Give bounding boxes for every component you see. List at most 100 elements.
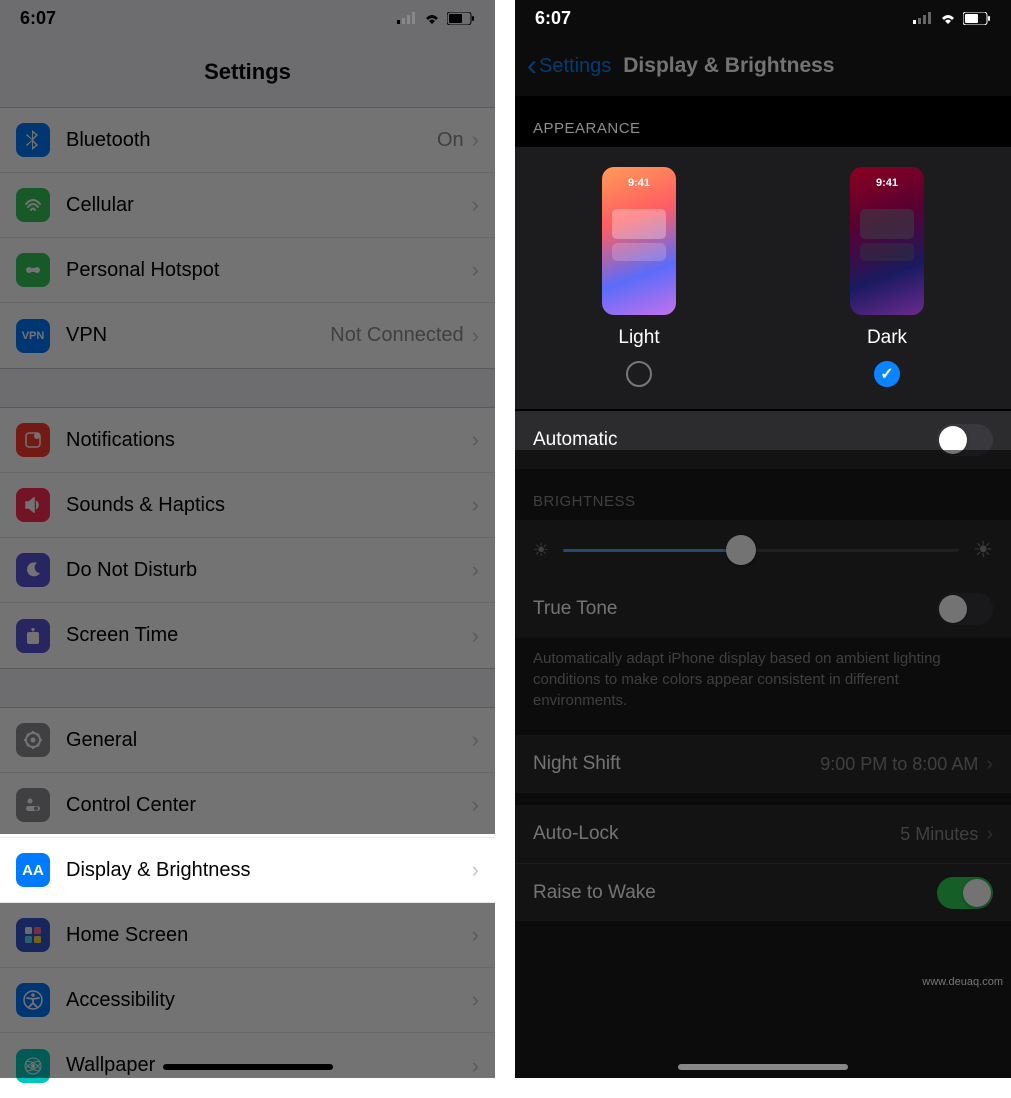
- settings-row-home[interactable]: Home Screen›: [0, 903, 495, 968]
- general-icon: [16, 723, 50, 757]
- watermark: www.deuaq.com: [922, 976, 1003, 988]
- chevron-right-icon: ›: [472, 727, 479, 753]
- home-icon: [16, 918, 50, 952]
- bluetooth-icon: [16, 123, 50, 157]
- light-label: Light: [618, 327, 659, 349]
- section-header-appearance: APPEARANCE: [515, 96, 1011, 147]
- settings-row-bluetooth[interactable]: BluetoothOn›: [0, 108, 495, 173]
- row-label: Personal Hotspot: [66, 259, 472, 282]
- truetone-toggle[interactable]: [937, 593, 993, 625]
- row-label: Notifications: [66, 429, 472, 452]
- home-indicator[interactable]: [678, 1064, 848, 1070]
- row-value: 5 Minutes: [900, 824, 978, 844]
- chevron-right-icon: ›: [472, 792, 479, 818]
- settings-row-screentime[interactable]: Screen Time›: [0, 603, 495, 668]
- settings-row-vpn[interactable]: VPNVPNNot Connected›: [0, 303, 495, 368]
- truetone-row[interactable]: True Tone: [515, 580, 1011, 638]
- control-icon: [16, 788, 50, 822]
- row-label: General: [66, 729, 472, 752]
- wifi-icon: [423, 12, 441, 25]
- row-label: Screen Time: [66, 624, 472, 647]
- page-title: Settings: [0, 36, 495, 108]
- settings-row-display[interactable]: AADisplay & Brightness›: [0, 838, 495, 903]
- dark-preview: 9:41: [850, 167, 924, 315]
- row-label: Do Not Disturb: [66, 559, 472, 582]
- cellular-icon: [16, 188, 50, 222]
- row-label: Night Shift: [533, 753, 621, 775]
- automatic-row[interactable]: Automatic: [515, 411, 1011, 469]
- row-label: True Tone: [533, 598, 618, 620]
- row-label: Raise to Wake: [533, 882, 656, 904]
- settings-row-hotspot[interactable]: Personal Hotspot›: [0, 238, 495, 303]
- wifi-icon: [939, 12, 957, 25]
- chevron-right-icon: ›: [986, 823, 993, 845]
- cellular-signal-icon: [397, 12, 417, 24]
- appearance-option-dark[interactable]: 9:41 Dark ✓: [850, 167, 924, 387]
- status-bar: 6:07: [515, 0, 1011, 36]
- chevron-right-icon: ›: [472, 623, 479, 649]
- slider-thumb[interactable]: [726, 535, 756, 565]
- sun-large-icon: ☀︎: [973, 537, 993, 563]
- display-icon: AA: [16, 853, 50, 887]
- status-time: 6:07: [20, 8, 56, 29]
- wallpaper-icon: [16, 1049, 50, 1083]
- settings-row-dnd[interactable]: Do Not Disturb›: [0, 538, 495, 603]
- home-indicator[interactable]: [163, 1064, 333, 1070]
- settings-row-accessibility[interactable]: Accessibility›: [0, 968, 495, 1033]
- battery-icon: [447, 12, 475, 25]
- nightshift-row[interactable]: Night Shift 9:00 PM to 8:00 AM›: [515, 735, 1011, 793]
- status-time: 6:07: [535, 8, 571, 29]
- radio-unchecked-icon[interactable]: [626, 361, 652, 387]
- settings-row-control[interactable]: Control Center›: [0, 773, 495, 838]
- settings-screen: 6:07 Settings BluetoothOn›Cellular›Perso…: [0, 0, 495, 1078]
- chevron-right-icon: ›: [472, 1053, 479, 1079]
- row-label: VPN: [66, 324, 330, 347]
- raise-toggle[interactable]: [937, 877, 993, 909]
- vpn-icon: VPN: [16, 319, 50, 353]
- chevron-right-icon: ›: [472, 922, 479, 948]
- accessibility-icon: [16, 983, 50, 1017]
- status-indicators: [397, 12, 475, 25]
- settings-row-sounds[interactable]: Sounds & Haptics›: [0, 473, 495, 538]
- sounds-icon: [16, 488, 50, 522]
- back-label: Settings: [539, 55, 611, 78]
- chevron-right-icon: ›: [472, 557, 479, 583]
- autolock-row[interactable]: Auto-Lock 5 Minutes ›: [515, 805, 1011, 863]
- settings-row-notifications[interactable]: Notifications›: [0, 408, 495, 473]
- dnd-icon: [16, 553, 50, 587]
- back-button[interactable]: ‹ Settings: [527, 51, 611, 81]
- sun-small-icon: ☀︎: [533, 540, 549, 561]
- row-value: Not Connected: [330, 324, 463, 347]
- appearance-option-light[interactable]: 9:41 Light: [602, 167, 676, 387]
- raise-to-wake-row[interactable]: Raise to Wake: [515, 863, 1011, 921]
- row-label: Auto-Lock: [533, 823, 619, 845]
- row-label: Sounds & Haptics: [66, 494, 472, 517]
- automatic-toggle[interactable]: [937, 424, 993, 456]
- appearance-selector: 9:41 Light 9:41 Dark ✓: [515, 147, 1011, 409]
- row-label: Home Screen: [66, 924, 472, 947]
- screentime-icon: [16, 619, 50, 653]
- radio-checked-icon[interactable]: ✓: [874, 361, 900, 387]
- battery-icon: [963, 12, 991, 25]
- dark-label: Dark: [867, 327, 907, 349]
- settings-row-general[interactable]: General›: [0, 708, 495, 773]
- display-brightness-screen: 6:07 ‹ Settings Display & Brightness APP…: [515, 0, 1011, 1078]
- chevron-right-icon: ›: [986, 753, 993, 775]
- chevron-right-icon: ›: [472, 257, 479, 283]
- chevron-right-icon: ›: [472, 857, 479, 883]
- chevron-right-icon: ›: [472, 427, 479, 453]
- settings-row-cellular[interactable]: Cellular›: [0, 173, 495, 238]
- chevron-right-icon: ›: [472, 987, 479, 1013]
- chevron-right-icon: ›: [472, 192, 479, 218]
- brightness-slider-row: ☀︎ ☀︎: [515, 520, 1011, 580]
- row-label: Bluetooth: [66, 129, 437, 152]
- hotspot-icon: [16, 253, 50, 287]
- notifications-icon: [16, 423, 50, 457]
- chevron-right-icon: ›: [472, 492, 479, 518]
- section-header-brightness: BRIGHTNESS: [515, 469, 1011, 520]
- row-label: Accessibility: [66, 989, 472, 1012]
- brightness-slider[interactable]: [563, 549, 959, 552]
- row-label: Automatic: [533, 429, 617, 451]
- page-title: Display & Brightness: [623, 54, 834, 78]
- status-bar: 6:07: [0, 0, 495, 36]
